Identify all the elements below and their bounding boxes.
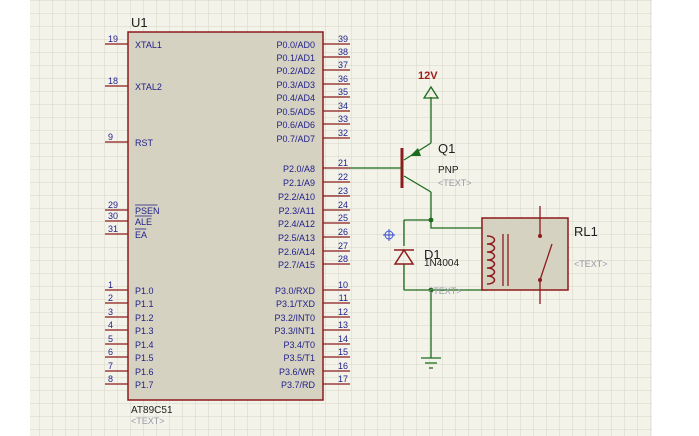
pin-number: 38 xyxy=(338,47,348,57)
pin-name: P1.2 xyxy=(135,313,154,323)
pin-number: 16 xyxy=(338,361,348,371)
power-label: 12V xyxy=(418,70,438,82)
pin-number: 13 xyxy=(338,320,348,330)
pin-name: ALE xyxy=(135,217,152,227)
pin-name: P0.7/AD7 xyxy=(276,134,315,144)
pin-number: 9 xyxy=(108,132,113,142)
pin-number: 6 xyxy=(108,347,113,357)
pin-name: P3.2/INT0 xyxy=(274,313,315,323)
pin-name: RST xyxy=(135,138,154,148)
pin-number: 11 xyxy=(339,293,348,303)
pin-name: P2.3/A11 xyxy=(279,206,315,216)
pin-number: 17 xyxy=(338,374,348,384)
pin-name: XTAL2 xyxy=(135,82,162,92)
pin-name: XTAL1 xyxy=(135,40,162,50)
pin-number: 27 xyxy=(338,241,348,251)
pin-number: 19 xyxy=(108,34,118,44)
pin-name: P2.2/A10 xyxy=(278,192,315,202)
pin-number: 7 xyxy=(108,361,113,371)
pin-number: 4 xyxy=(108,320,113,330)
pin-number: 37 xyxy=(338,60,348,70)
relay-text-placeholder: <TEXT> xyxy=(574,259,608,269)
pin-name: P2.1/A9 xyxy=(283,178,315,188)
pin-name: P1.3 xyxy=(135,326,154,336)
relay-ref: RL1 xyxy=(574,224,598,239)
relay-contact-dot-top xyxy=(538,234,542,238)
pin-name: P2.5/A13 xyxy=(278,233,315,243)
transistor-ref: Q1 xyxy=(438,141,455,156)
pin-number: 22 xyxy=(338,172,348,182)
relay-contact-dot-bottom xyxy=(538,278,542,282)
pin-name: P3.6/WR xyxy=(279,367,316,377)
pin-number: 1 xyxy=(108,280,113,290)
pin-name: P0.0/AD0 xyxy=(276,40,315,50)
pin-name: P1.0 xyxy=(135,286,154,296)
pin-number: 34 xyxy=(338,101,348,111)
pin-name: P3.1/TXD xyxy=(276,299,316,309)
pin-number: 30 xyxy=(108,211,118,221)
pin-number: 28 xyxy=(338,254,348,264)
pin-number: 23 xyxy=(338,186,348,196)
pin-name: P2.4/A12 xyxy=(278,219,315,229)
pin-number: 26 xyxy=(338,227,348,237)
pin-number: 2 xyxy=(108,293,113,303)
pin-name: P2.0/A8 xyxy=(283,164,315,174)
pin-name: P2.7/A15 xyxy=(278,260,315,270)
pin-number: 29 xyxy=(108,200,118,210)
mcu-text-placeholder: <TEXT> xyxy=(131,416,165,426)
pin-number: 32 xyxy=(338,128,348,138)
pin-number: 39 xyxy=(338,34,348,44)
transistor-text-placeholder: <TEXT> xyxy=(438,178,472,188)
pin-number: 5 xyxy=(108,334,113,344)
pin-name: P3.0/RXD xyxy=(275,286,316,296)
pin-number: 12 xyxy=(338,307,348,317)
pin-name: P1.7 xyxy=(135,380,154,390)
pin-name: P0.5/AD5 xyxy=(276,107,315,117)
pin-name: PSEN xyxy=(135,206,160,216)
pin-number: 25 xyxy=(338,213,348,223)
microcontroller-u1[interactable]: U1 19 XTAL1 18 XTAL2 9 RST 29 PSEN 30 ALE 31 EA 1 P1.… xyxy=(105,15,350,426)
transistor-type: PNP xyxy=(438,165,459,176)
pin-name: P0.6/AD6 xyxy=(276,120,315,130)
schematic-canvas[interactable]: U1 19 XTAL1 18 XTAL2 9 RST 29 PSEN 30 ALE 31 EA 1 P1.… xyxy=(0,0,699,436)
pin-name: P0.2/AD2 xyxy=(276,66,315,76)
pin-name: P1.5 xyxy=(135,353,154,363)
pin-number: 35 xyxy=(338,87,348,97)
pin-number: 8 xyxy=(108,374,113,384)
diode-part: 1N4004 xyxy=(424,258,459,269)
pin-name: P1.6 xyxy=(135,367,154,377)
pin-number: 15 xyxy=(338,347,348,357)
pin-name: P0.3/AD3 xyxy=(276,80,315,90)
pin-name: P3.5/T1 xyxy=(283,353,315,363)
pin-number: 36 xyxy=(338,74,348,84)
pin-number: 14 xyxy=(338,334,348,344)
pin-name: P3.4/T0 xyxy=(283,340,315,350)
pin-name: P0.4/AD4 xyxy=(276,93,315,103)
pin-number: 21 xyxy=(338,158,348,168)
pin-number: 33 xyxy=(338,114,348,124)
junction-top xyxy=(428,217,434,223)
pin-name: EA xyxy=(135,230,147,240)
pin-name: P1.4 xyxy=(135,340,154,350)
pin-number: 31 xyxy=(108,224,118,234)
mcu-ref-label: U1 xyxy=(131,15,148,30)
pin-number: 10 xyxy=(338,280,348,290)
pin-name: P0.1/AD1 xyxy=(276,53,315,63)
pin-number: 24 xyxy=(338,200,348,210)
pin-name: P2.6/A14 xyxy=(278,247,315,257)
pin-number: 18 xyxy=(108,76,118,86)
pin-name: P3.3/INT1 xyxy=(274,326,315,336)
pin-name: P3.7/RD xyxy=(281,380,316,390)
pin-name: P1.1 xyxy=(135,299,154,309)
pin-number: 3 xyxy=(108,307,113,317)
diode-text-placeholder: <TEXT> xyxy=(428,286,462,296)
mcu-part-label: AT89C51 xyxy=(131,405,173,416)
